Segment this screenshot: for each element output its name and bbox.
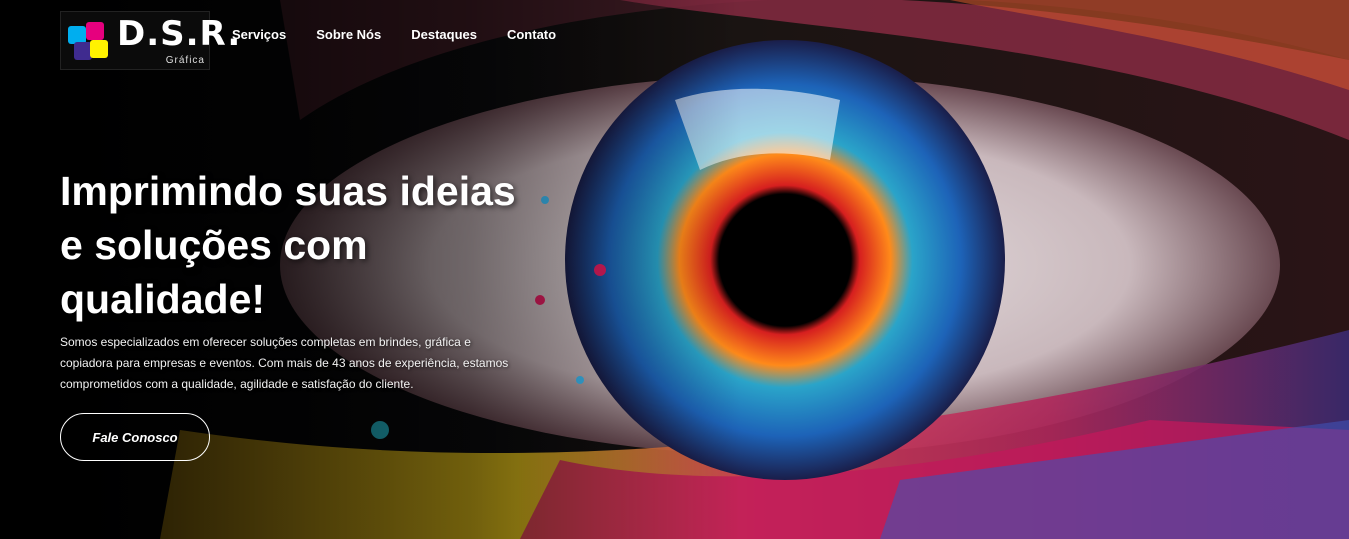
hero-headline: Imprimindo suas ideias e soluções com qu… [60,168,516,322]
puzzle-logo-icon [68,22,108,60]
hero-description: Somos especializados em oferecer soluçõe… [60,335,509,391]
brand-logo[interactable]: D.S.R. Gráfica [60,11,240,70]
contact-us-button[interactable]: Fale Conosco [60,413,210,461]
brand-name: D.S.R. [117,14,242,54]
main-navigation: Serviços Sobre Nós Destaques Contato [232,27,556,42]
nav-item-servicos[interactable]: Serviços [232,27,286,42]
brand-subtitle: Gráfica [165,55,205,66]
nav-item-contato[interactable]: Contato [507,27,556,42]
nav-item-destaques[interactable]: Destaques [411,27,477,42]
nav-item-sobre-nos[interactable]: Sobre Nós [316,27,381,42]
